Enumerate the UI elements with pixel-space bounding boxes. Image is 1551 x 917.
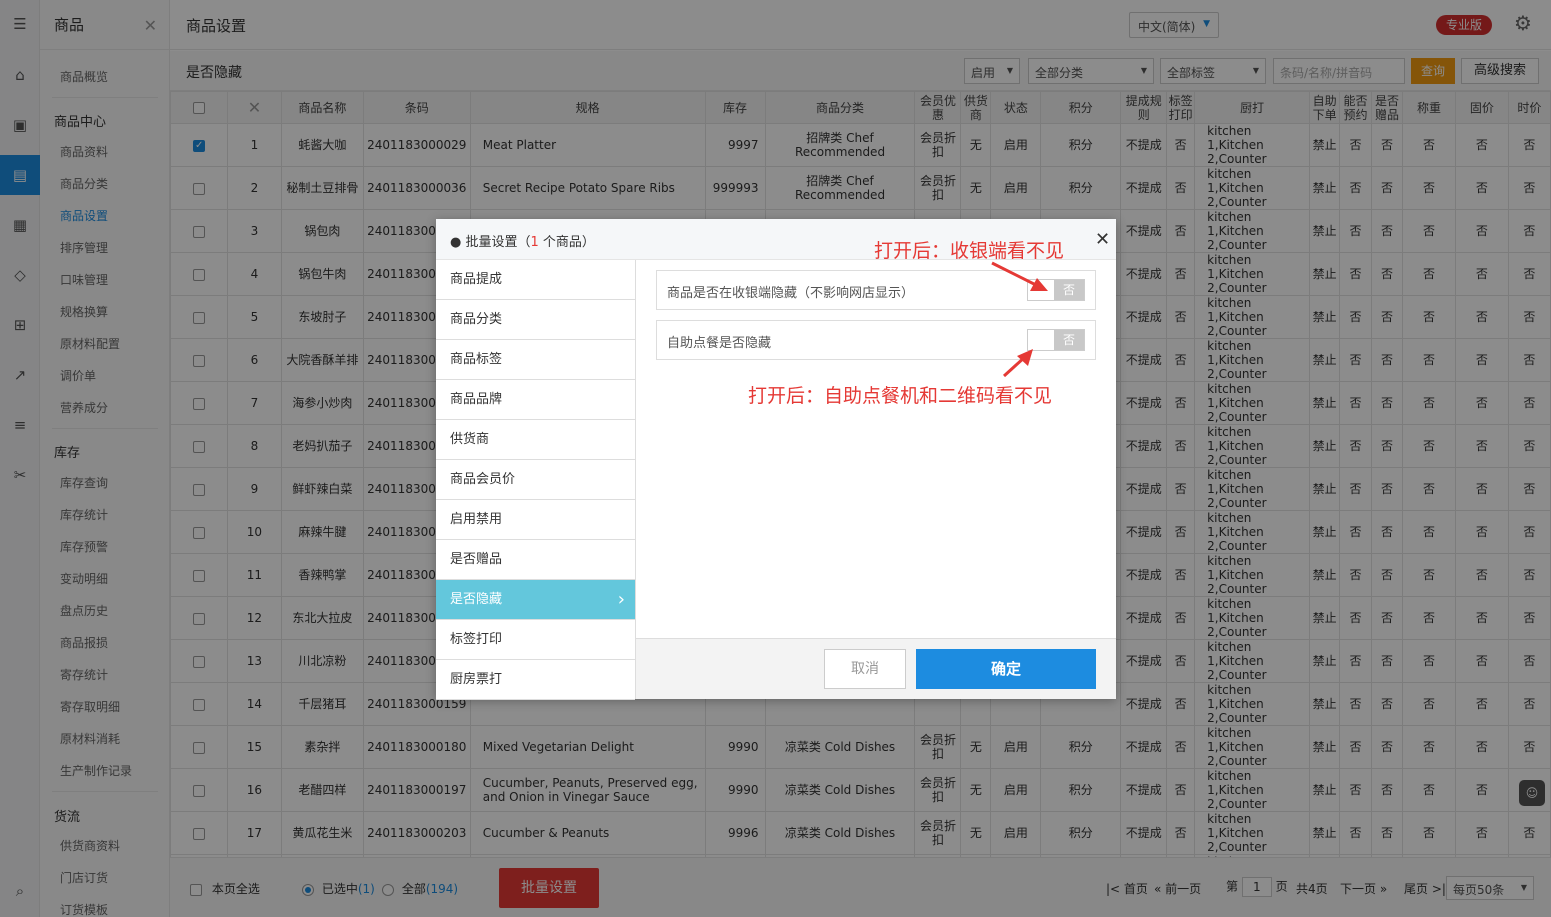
modal-nav-item[interactable]: 商品会员价 — [436, 460, 635, 500]
option-cashier-hide: 商品是否在收银端隐藏（不影响网店显示） 否 — [656, 270, 1096, 310]
modal-nav-label: 商品分类 — [450, 312, 503, 327]
modal-nav-item[interactable]: 商品提成 — [436, 260, 635, 300]
confirm-button[interactable]: 确定 — [916, 649, 1096, 689]
modal-nav-label: 供货商 — [450, 432, 490, 447]
cashier-hide-toggle[interactable]: 否 — [1027, 279, 1085, 301]
annotation-top: 打开后：收银端看不见 — [874, 240, 1065, 262]
modal-nav-item[interactable]: 启用禁用 — [436, 500, 635, 540]
selforder-hide-toggle[interactable]: 否 — [1027, 329, 1085, 351]
cancel-button[interactable]: 取消 — [824, 649, 906, 689]
option-selforder-hide: 自助点餐是否隐藏 否 — [656, 320, 1096, 360]
modal-nav-item[interactable]: 是否隐藏 › — [436, 580, 635, 620]
modal-nav-label: 启用禁用 — [450, 512, 503, 527]
batch-settings-modal: ● 批量设置（1 个商品） ✕ 商品提成商品分类商品标签商品品牌供货商商品会员价… — [436, 219, 1116, 700]
modal-nav-item[interactable]: 商品品牌 — [436, 380, 635, 420]
modal-nav-item[interactable]: 厨房票打 — [436, 660, 635, 700]
modal-footer: 取消 确定 — [636, 638, 1116, 699]
modal-nav: 商品提成商品分类商品标签商品品牌供货商商品会员价启用禁用是否赠品是否隐藏 › 标签打… — [436, 260, 636, 700]
option-label: 自助点餐是否隐藏 — [667, 336, 772, 351]
modal-nav-label: 是否隐藏 — [450, 592, 503, 607]
annotation-bottom: 打开后：自助点餐机和二维码看不见 — [748, 385, 1053, 407]
toggle-state: 否 — [1054, 280, 1084, 300]
modal-nav-label: 是否赠品 — [450, 552, 503, 567]
modal-nav-item[interactable]: 商品标签 — [436, 340, 635, 380]
toggle-state: 否 — [1054, 330, 1084, 350]
modal-title-post: 个商品） — [538, 235, 595, 250]
modal-nav-label: 标签打印 — [450, 632, 503, 647]
modal-nav-label: 商品标签 — [450, 352, 503, 367]
chevron-right-icon: › — [617, 589, 625, 610]
modal-nav-item[interactable]: 供货商 — [436, 420, 635, 460]
modal-nav-label: 商品会员价 — [450, 472, 516, 487]
modal-nav-label: 商品品牌 — [450, 392, 503, 407]
toggle-knob — [1028, 330, 1056, 350]
modal-nav-item[interactable]: 商品分类 — [436, 300, 635, 340]
modal-nav-item[interactable]: 标签打印 — [436, 620, 635, 660]
close-icon[interactable]: ✕ — [1095, 229, 1110, 250]
toggle-knob — [1028, 280, 1056, 300]
modal-count: 1 — [530, 235, 539, 250]
modal-nav-label: 商品提成 — [450, 272, 503, 287]
modal-nav-item[interactable]: 是否赠品 — [436, 540, 635, 580]
modal-title-pre: ● 批量设置（ — [450, 235, 531, 250]
modal-nav-label: 厨房票打 — [450, 672, 503, 687]
option-label: 商品是否在收银端隐藏（不影响网店显示） — [667, 286, 915, 301]
